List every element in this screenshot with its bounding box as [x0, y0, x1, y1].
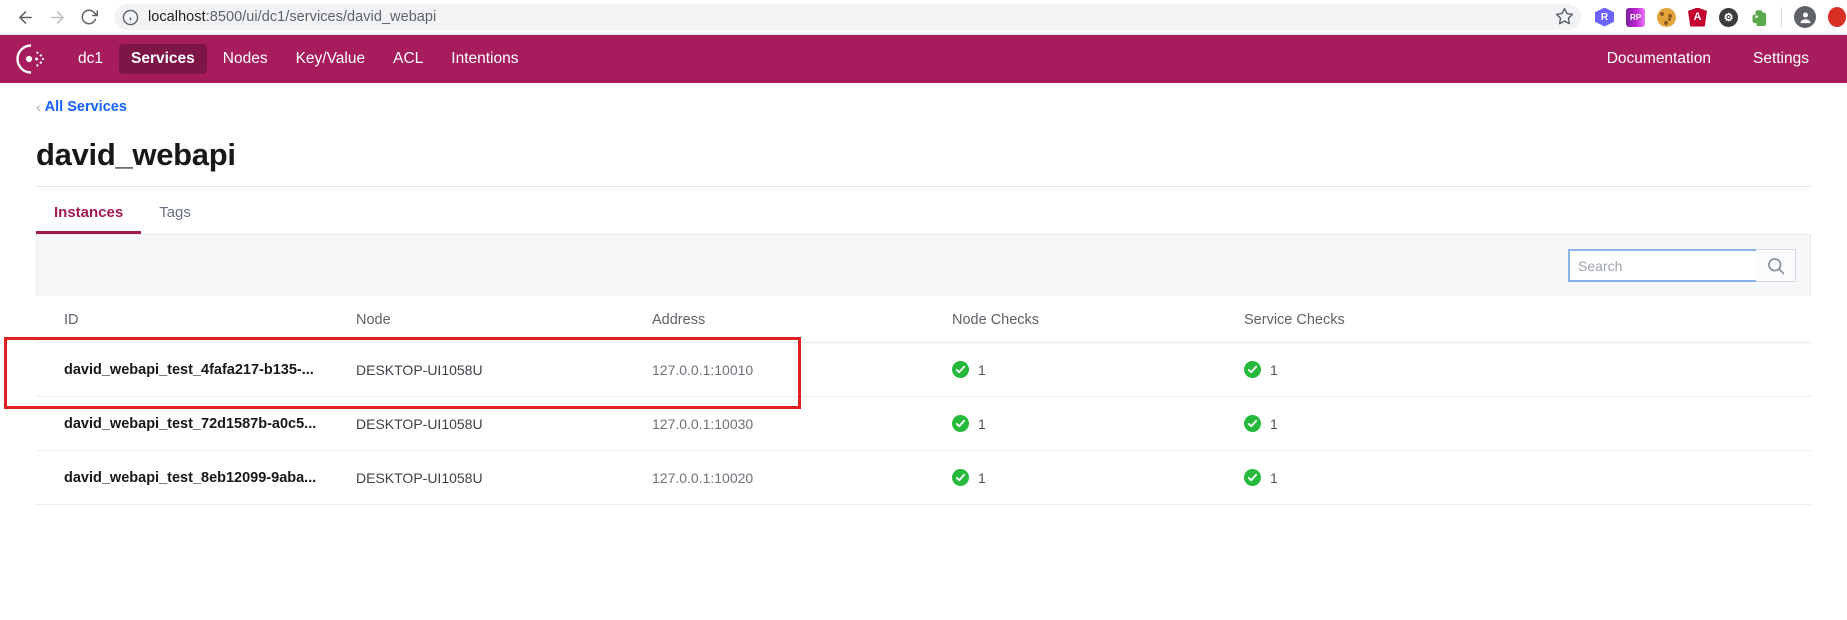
- search-icon[interactable]: [1756, 249, 1796, 282]
- table-row[interactable]: david_webapi_test_72d1587b-a0c5... DESKT…: [36, 396, 1811, 451]
- gear-extension-icon[interactable]: ⚙: [1719, 7, 1738, 27]
- back-icon[interactable]: [10, 2, 40, 32]
- tab-instances[interactable]: Instances: [36, 187, 141, 234]
- rp-icon[interactable]: RP: [1626, 7, 1645, 27]
- cell-service-checks: 1: [1244, 342, 1811, 397]
- nav-item-services[interactable]: Services: [119, 44, 207, 74]
- nav-item-settings[interactable]: Settings: [1741, 44, 1821, 74]
- node-checks-count: 1: [978, 361, 986, 378]
- cell-instance-id[interactable]: david_webapi_test_72d1587b-a0c5...: [36, 396, 356, 451]
- toolbar-divider: [1781, 7, 1782, 27]
- cell-service-checks: 1: [1244, 450, 1811, 505]
- breadcrumb-all-services-link[interactable]: All Services: [45, 99, 127, 115]
- tab-bar: Instances Tags: [36, 186, 1811, 234]
- chevron-left-icon: ‹: [36, 99, 41, 115]
- browser-nav-buttons: [10, 2, 104, 32]
- nav-item-acl[interactable]: ACL: [381, 44, 435, 74]
- table-header: ID Node Address Node Checks Service Chec…: [36, 296, 1811, 343]
- nav-item-nodes[interactable]: Nodes: [211, 44, 280, 74]
- column-header-node-checks[interactable]: Node Checks: [952, 296, 1244, 343]
- consul-main-nav: dc1 Services Nodes Key/Value ACL Intenti…: [0, 35, 1847, 83]
- cell-address: 127.0.0.1:10030: [652, 396, 952, 451]
- column-header-address[interactable]: Address: [652, 296, 952, 343]
- search-group: [1568, 249, 1796, 282]
- cell-node-checks: 1: [952, 450, 1244, 505]
- service-checks-count: 1: [1270, 361, 1278, 378]
- info-circle-icon[interactable]: [122, 9, 139, 26]
- cell-address: 127.0.0.1:10010: [652, 342, 952, 397]
- url-path: :8500/ui/dc1/services/david_webapi: [205, 9, 437, 25]
- service-checks-count: 1: [1270, 469, 1278, 486]
- nav-item-key-value[interactable]: Key/Value: [284, 44, 378, 74]
- check-passing-icon: [952, 469, 969, 486]
- cell-instance-id[interactable]: david_webapi_test_4fafa217-b135-...: [36, 342, 356, 397]
- partial-red-icon[interactable]: [1828, 7, 1846, 27]
- address-bar[interactable]: localhost:8500/ui/dc1/services/david_web…: [114, 4, 1581, 30]
- cell-address: 127.0.0.1:10020: [652, 450, 952, 505]
- user-avatar-icon[interactable]: [1794, 6, 1816, 28]
- star-icon[interactable]: [1555, 7, 1575, 27]
- nav-datacenter-dc1[interactable]: dc1: [66, 44, 115, 74]
- search-input[interactable]: [1568, 249, 1756, 282]
- nav-right-links: Documentation Settings: [1595, 44, 1833, 74]
- service-checks-count: 1: [1270, 415, 1278, 432]
- table-body: david_webapi_test_4fafa217-b135-... DESK…: [36, 342, 1811, 505]
- evernote-icon[interactable]: [1750, 8, 1769, 27]
- url-host: localhost: [148, 9, 206, 25]
- check-passing-icon: [1244, 361, 1261, 378]
- page-title: david_webapi: [36, 137, 236, 172]
- filter-toolbar: [36, 234, 1811, 296]
- breadcrumb[interactable]: ‹ All Services: [36, 99, 1811, 115]
- hexagon-r-icon[interactable]: R: [1595, 7, 1614, 27]
- node-checks-count: 1: [978, 469, 986, 486]
- check-passing-icon: [952, 415, 969, 432]
- table-row[interactable]: david_webapi_test_8eb12099-9aba... DESKT…: [36, 450, 1811, 505]
- angular-icon[interactable]: A: [1688, 7, 1707, 27]
- cookie-icon[interactable]: [1657, 7, 1676, 27]
- forward-icon[interactable]: [42, 2, 72, 32]
- reload-icon[interactable]: [74, 2, 104, 32]
- nav-links: dc1 Services Nodes Key/Value ACL Intenti…: [66, 44, 530, 74]
- cell-instance-id[interactable]: david_webapi_test_8eb12099-9aba...: [36, 450, 356, 505]
- table-row[interactable]: david_webapi_test_4fafa217-b135-... DESK…: [36, 342, 1811, 397]
- browser-toolbar: localhost:8500/ui/dc1/services/david_web…: [0, 0, 1847, 35]
- url-text: localhost:8500/ui/dc1/services/david_web…: [148, 9, 436, 25]
- column-header-id[interactable]: ID: [36, 296, 356, 343]
- cell-node: DESKTOP-UI1058U: [356, 450, 652, 505]
- cell-node-checks: 1: [952, 396, 1244, 451]
- nav-item-documentation[interactable]: Documentation: [1595, 44, 1723, 74]
- cell-node: DESKTOP-UI1058U: [356, 396, 652, 451]
- check-passing-icon: [952, 361, 969, 378]
- instances-table: ID Node Address Node Checks Service Chec…: [36, 296, 1811, 505]
- browser-extensions: R RP A ⚙: [1587, 6, 1846, 28]
- node-checks-count: 1: [978, 415, 986, 432]
- table-header-row: ID Node Address Node Checks Service Chec…: [36, 296, 1811, 343]
- cell-node-checks: 1: [952, 342, 1244, 397]
- column-header-service-checks[interactable]: Service Checks: [1244, 296, 1811, 343]
- cell-node: DESKTOP-UI1058U: [356, 342, 652, 397]
- column-header-node[interactable]: Node: [356, 296, 652, 343]
- nav-item-intentions[interactable]: Intentions: [439, 44, 530, 74]
- tab-tags[interactable]: Tags: [141, 187, 209, 234]
- cell-service-checks: 1: [1244, 396, 1811, 451]
- check-passing-icon: [1244, 469, 1261, 486]
- page-content: ‹ All Services david_webapi Instances Ta…: [0, 99, 1847, 505]
- consul-logo[interactable]: [14, 42, 48, 76]
- check-passing-icon: [1244, 415, 1261, 432]
